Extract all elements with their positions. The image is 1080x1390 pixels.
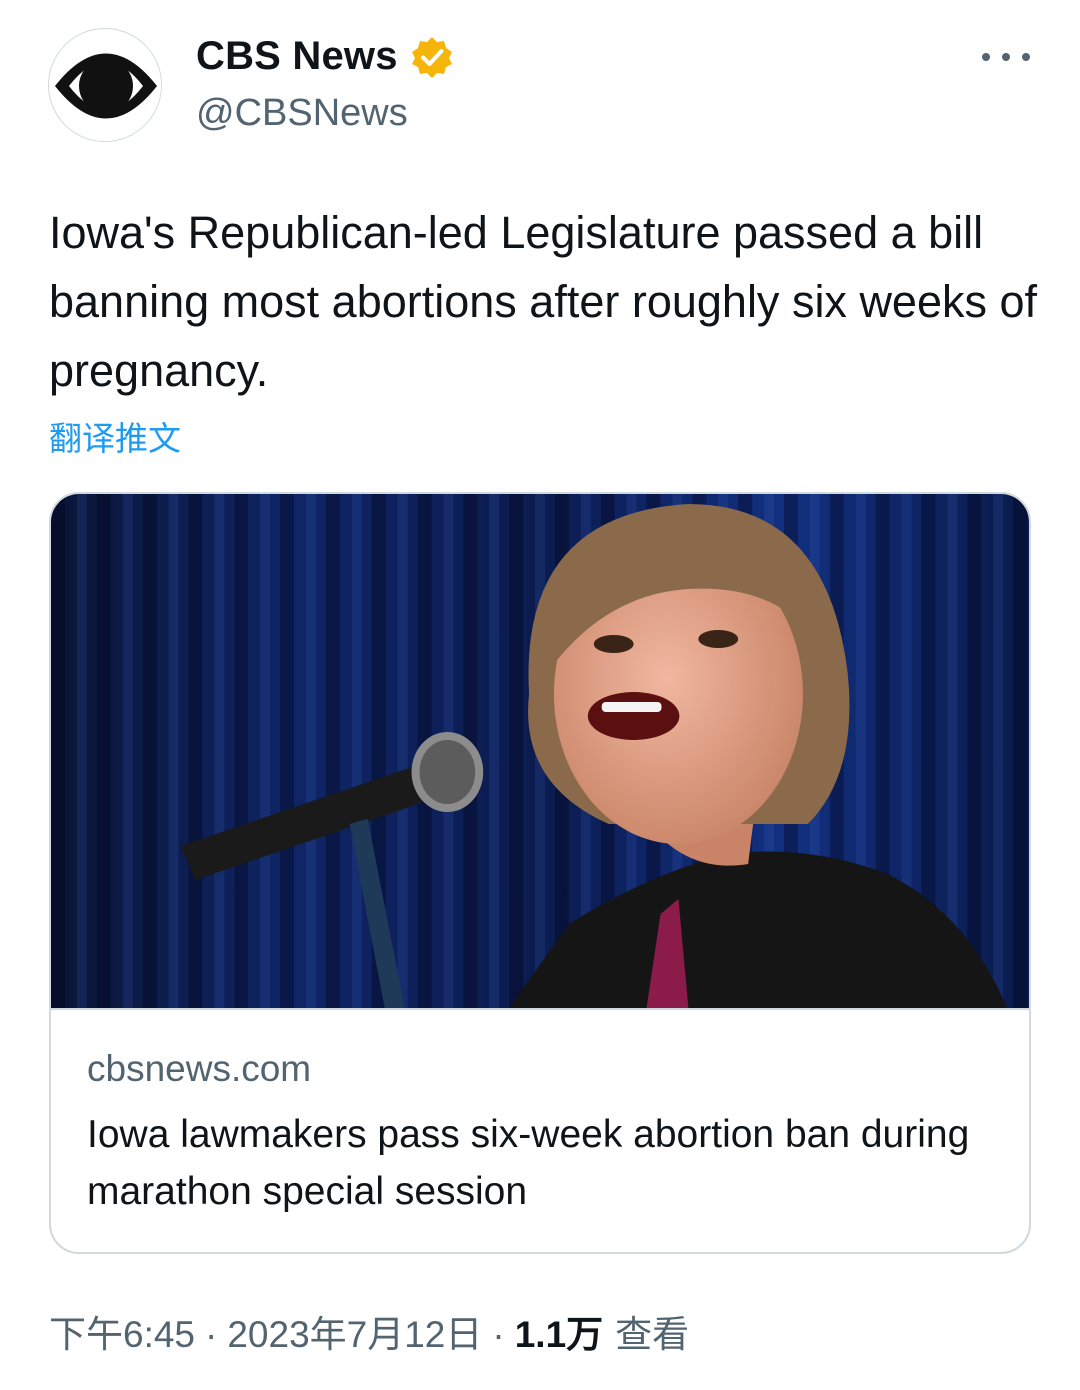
views-count: 1.1万 xyxy=(514,1314,604,1355)
author-name-row[interactable]: CBS News xyxy=(196,34,454,79)
meta-separator: · xyxy=(492,1314,505,1355)
author-handle[interactable]: @CBSNews xyxy=(196,92,408,135)
card-divider xyxy=(51,1008,1029,1010)
dot xyxy=(982,53,990,61)
cbs-eye-logo-icon xyxy=(50,30,161,141)
verified-badge-icon xyxy=(411,36,452,78)
tweet-text: Iowa's Republican-led Legislature passed… xyxy=(49,207,1038,396)
card-title[interactable]: Iowa lawmakers pass six-week abortion ba… xyxy=(87,1106,997,1220)
tweet-page: CBS News @CBSNews Iowa's Republican-led … xyxy=(0,0,1080,1390)
more-options-icon[interactable] xyxy=(982,40,1030,74)
dot xyxy=(1002,53,1010,61)
tweet-time[interactable]: 下午6:45 xyxy=(49,1304,195,1358)
dot xyxy=(1022,53,1030,61)
tweet-meta: 下午6:45 · 2023年7月12日 · 1.1万 查看 xyxy=(49,1304,689,1358)
meta-separator: · xyxy=(205,1314,218,1355)
display-name[interactable]: CBS News xyxy=(196,34,398,79)
translate-tweet-link[interactable]: 翻译推文 xyxy=(49,412,181,460)
views-label: 查看 xyxy=(615,1314,690,1355)
link-card[interactable]: cbsnews.com Iowa lawmakers pass six-week… xyxy=(49,492,1031,1254)
card-domain: cbsnews.com xyxy=(87,1048,312,1089)
avatar[interactable] xyxy=(48,28,162,142)
news-photo[interactable] xyxy=(51,494,1029,1008)
tweet-date[interactable]: 2023年7月12日 xyxy=(227,1304,482,1358)
